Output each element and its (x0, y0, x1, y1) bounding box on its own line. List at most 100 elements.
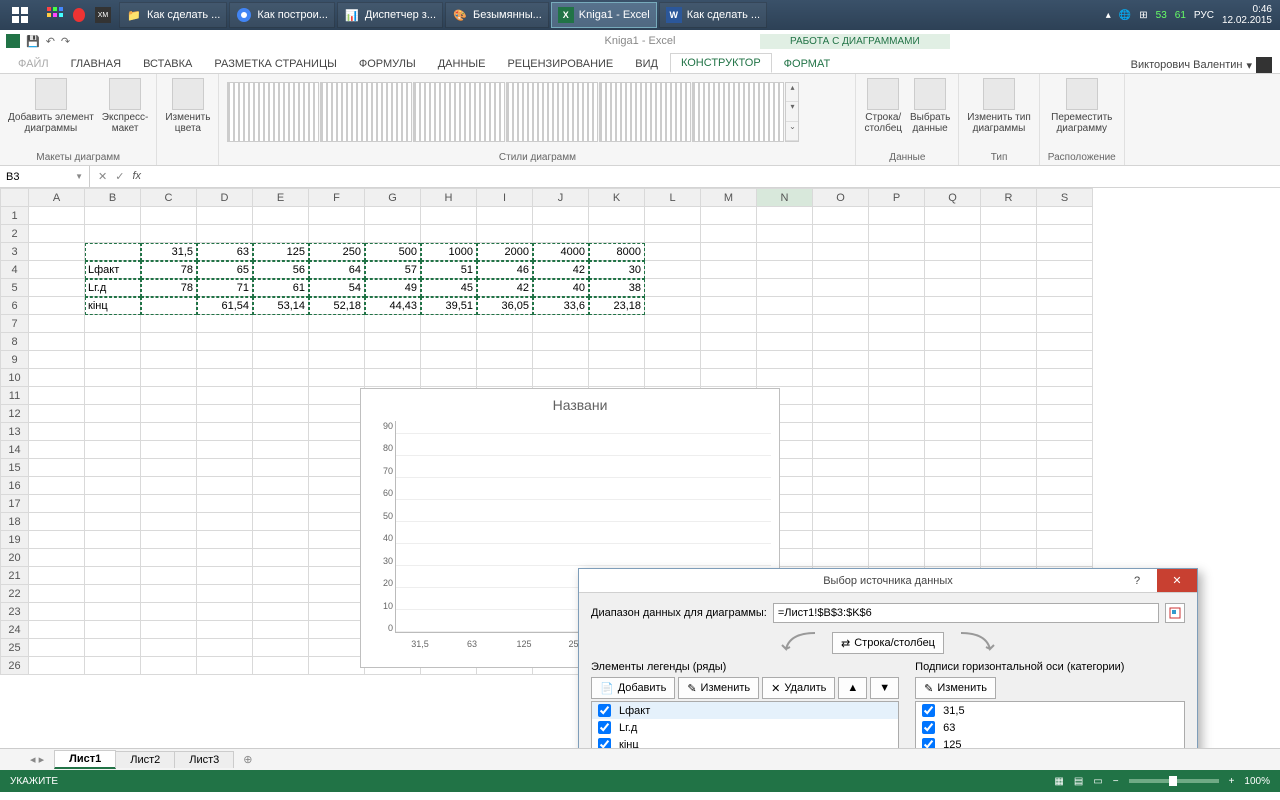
list-item[interactable]: кінц (592, 736, 898, 748)
accept-formula-icon[interactable]: ✓ (115, 170, 124, 183)
taskbar-item-word[interactable]: WКак сделать ... (659, 2, 767, 28)
worksheet[interactable]: ABCDEFGHIJKLMNOPQRS12331,563125250500100… (0, 188, 1280, 748)
list-item[interactable]: 125 (916, 736, 1184, 748)
swap-arrow-right-icon (956, 631, 996, 655)
start-button[interactable] (0, 0, 40, 30)
edit-series-button[interactable]: ✎ Изменить (678, 677, 759, 699)
view-normal-icon[interactable]: ▦ (1054, 776, 1063, 787)
view-page-icon[interactable]: ▤ (1074, 776, 1083, 787)
series-list[interactable]: Lфакт Lг.д кінц (591, 701, 899, 748)
move-chart-button[interactable]: Переместить диаграмму (1051, 78, 1112, 134)
quick-layout-button[interactable]: Экспресс- макет (102, 78, 149, 134)
tray-net[interactable]: 53 (1156, 10, 1167, 21)
move-down-button[interactable]: ▼ (870, 677, 899, 699)
list-item[interactable]: Lфакт (592, 702, 898, 719)
new-sheet-button[interactable]: ⊕ (233, 753, 262, 766)
sheet-nav[interactable]: ◂ ▸ (30, 753, 44, 766)
chart-styles-gallery[interactable]: ▴▾⌄ (227, 78, 847, 146)
taskbar-item-excel[interactable]: XKniga1 - Excel (551, 2, 657, 28)
sheet-tab[interactable]: Лист2 (115, 751, 175, 768)
signed-in-user[interactable]: Викторович Валентин ▾ (1131, 57, 1272, 73)
zoom-in-button[interactable]: + (1229, 776, 1235, 787)
list-item[interactable]: 63 (916, 719, 1184, 736)
status-bar: УКАЖИТЕ ▦ ▤ ▭ − + 100% (0, 770, 1280, 792)
xmplay-icon[interactable]: XM (95, 7, 111, 23)
system-tray: ▴ 🌐 ⊞ 53 61 РУС 0:46 12.02.2015 (1098, 4, 1280, 26)
gallery-scroll[interactable]: ▴▾⌄ (785, 82, 799, 142)
sheet-tab-bar: ◂ ▸ Лист1 Лист2 Лист3 ⊕ (0, 748, 1280, 770)
folder-icon: 📁 (126, 7, 142, 23)
add-chart-element-button[interactable]: Добавить элемент диаграммы (8, 78, 94, 134)
tray-gadget-icon[interactable]: ⊞ (1139, 10, 1147, 21)
apps-icon (47, 7, 63, 23)
tab-view[interactable]: ВИД (625, 55, 668, 73)
move-up-button[interactable]: ▲ (838, 677, 867, 699)
word-icon: W (666, 7, 682, 23)
tab-data[interactable]: ДАННЫЕ (428, 55, 496, 73)
style-thumb[interactable] (599, 82, 691, 142)
edit-axis-labels-button[interactable]: ✎ Изменить (915, 677, 996, 699)
tab-insert[interactable]: ВСТАВКА (133, 55, 202, 73)
qat-redo-icon[interactable]: ↷ (61, 35, 70, 48)
tab-design[interactable]: КОНСТРУКТОР (670, 53, 772, 73)
tab-home[interactable]: ГЛАВНАЯ (61, 55, 131, 73)
chart-title[interactable]: Названи (389, 397, 771, 413)
list-item[interactable]: Lг.д (592, 719, 898, 736)
switch-row-col-dialog-button[interactable]: ⇄Строка/столбец (832, 632, 944, 654)
list-item[interactable]: 31,5 (916, 702, 1184, 719)
name-box[interactable]: B3▼ (0, 166, 90, 187)
excel-app-icon (6, 34, 20, 48)
tray-lang[interactable]: РУС (1194, 10, 1214, 21)
style-thumb[interactable] (227, 82, 319, 142)
style-thumb[interactable] (692, 82, 784, 142)
clock[interactable]: 0:46 12.02.2015 (1222, 4, 1272, 26)
sheet-tab[interactable]: Лист1 (54, 750, 116, 769)
chevron-down-icon[interactable]: ▼ (75, 172, 83, 181)
style-thumb[interactable] (506, 82, 598, 142)
y-axis: 9080706050403020100 (365, 421, 393, 633)
taskbar-item-taskmgr[interactable]: 📊Диспетчер з... (337, 2, 443, 28)
tab-formulas[interactable]: ФОРМУЛЫ (349, 55, 426, 73)
switch-row-col-button[interactable]: Строка/ столбец (864, 78, 902, 134)
cancel-formula-icon[interactable]: ✕ (98, 170, 107, 183)
zoom-out-button[interactable]: − (1113, 776, 1119, 787)
change-colors-button[interactable]: Изменить цвета (165, 78, 210, 134)
range-picker-icon[interactable] (1165, 603, 1185, 623)
style-thumb[interactable] (320, 82, 412, 142)
tray-world-icon[interactable]: 🌐 (1119, 10, 1131, 21)
tab-file[interactable]: ФАЙЛ (8, 55, 59, 73)
zoom-level[interactable]: 100% (1244, 776, 1270, 787)
tab-format[interactable]: ФОРМАТ (774, 55, 841, 73)
tray-up-icon[interactable]: ▴ (1106, 10, 1111, 21)
zoom-slider[interactable] (1129, 779, 1219, 783)
select-data-dialog: Выбор источника данных ? ✕ Диапазон данн… (578, 568, 1198, 748)
view-break-icon[interactable]: ▭ (1093, 776, 1102, 787)
add-series-button[interactable]: 📄 Добавить (591, 677, 675, 699)
qat-undo-icon[interactable]: ↶ (46, 35, 55, 48)
fx-icon[interactable]: fx (132, 170, 141, 183)
group-layouts: Добавить элемент диаграммы Экспресс- мак… (0, 74, 157, 165)
sheet-tab[interactable]: Лист3 (174, 751, 234, 768)
style-thumb[interactable] (413, 82, 505, 142)
group-location: Переместить диаграмму Расположение (1040, 74, 1125, 165)
dialog-titlebar[interactable]: Выбор источника данных ? ✕ (579, 569, 1197, 593)
select-data-button[interactable]: Выбрать данные (910, 78, 950, 134)
taskmgr-icon: 📊 (344, 7, 360, 23)
opera-icon[interactable] (71, 7, 87, 23)
qat-save-icon[interactable]: 💾 (26, 35, 40, 48)
excel-icon: X (558, 7, 574, 23)
chart-range-input[interactable] (773, 603, 1159, 623)
tab-layout[interactable]: РАЗМЕТКА СТРАНИЦЫ (204, 55, 346, 73)
tray-snd[interactable]: 61 (1175, 10, 1186, 21)
taskbar-pinned-apps[interactable]: XM (41, 2, 117, 28)
range-label: Диапазон данных для диаграммы: (591, 607, 767, 619)
taskbar-item-chrome[interactable]: Как построи... (229, 2, 335, 28)
category-list[interactable]: 31,5 63 125 250 500 (915, 701, 1185, 748)
taskbar-item-explorer[interactable]: 📁Как сделать ... (119, 2, 227, 28)
tab-review[interactable]: РЕЦЕНЗИРОВАНИЕ (497, 55, 623, 73)
remove-series-button[interactable]: ✕ Удалить (762, 677, 835, 699)
dialog-help-icon[interactable]: ? (1117, 569, 1157, 592)
change-chart-type-button[interactable]: Изменить тип диаграммы (967, 78, 1030, 134)
dialog-close-icon[interactable]: ✕ (1157, 569, 1197, 592)
taskbar-item-paint[interactable]: 🎨Безымянны... (445, 2, 549, 28)
